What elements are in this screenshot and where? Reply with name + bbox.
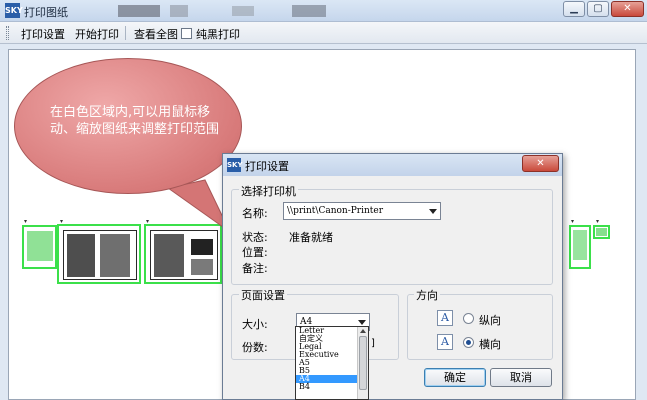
scrollbar-thumb[interactable]	[359, 336, 367, 390]
copies-label: 份数:	[242, 341, 268, 354]
copies-bracket: ]	[371, 338, 375, 349]
chevron-down-icon	[429, 209, 437, 214]
location-label: 位置:	[242, 246, 268, 259]
hint-bubble-text: 在白色区域内,可以用鼠标移动、缩放图纸来调整打印范围	[50, 105, 220, 137]
ok-button[interactable]: 确定	[424, 368, 486, 387]
landscape-orientation-icon: A	[437, 334, 453, 350]
printer-group-label: 选择打印机	[239, 183, 298, 199]
status-label: 状态:	[242, 231, 268, 244]
landscape-label[interactable]: 横向	[479, 336, 501, 352]
cancel-button[interactable]: 取消	[490, 368, 552, 387]
status-value: 准备就绪	[289, 231, 333, 244]
dialog-title-bar[interactable]: SKY 打印设置 ✕	[223, 154, 562, 176]
page-setup-group-label: 页面设置	[239, 287, 287, 303]
dialog-app-icon: SKY	[227, 158, 243, 172]
dropdown-scrollbar[interactable]	[357, 327, 368, 399]
printer-select[interactable]: \\print\Canon-Printer	[283, 202, 441, 220]
landscape-radio[interactable]	[463, 337, 474, 348]
portrait-orientation-icon: A	[437, 310, 453, 326]
scroll-up-icon[interactable]	[360, 329, 366, 333]
paper-size-dropdown[interactable]: Letter 自定义 Legal Executive A5 B5 A4 B4	[295, 326, 369, 400]
chevron-down-icon	[358, 320, 366, 325]
size-label: 大小:	[242, 318, 268, 331]
print-settings-dialog: SKY 打印设置 ✕ 选择打印机 名称: \\print\Canon-Print…	[222, 153, 563, 400]
dialog-close-button[interactable]: ✕	[522, 155, 559, 172]
comment-label: 备注:	[242, 262, 268, 275]
printer-select-value: \\print\Canon-Printer	[287, 206, 384, 216]
portrait-radio[interactable]	[463, 313, 474, 324]
portrait-label[interactable]: 纵向	[479, 312, 501, 328]
dialog-title: 打印设置	[245, 160, 289, 173]
orientation-group-label: 方向	[414, 287, 440, 303]
printer-name-label: 名称:	[242, 207, 268, 220]
